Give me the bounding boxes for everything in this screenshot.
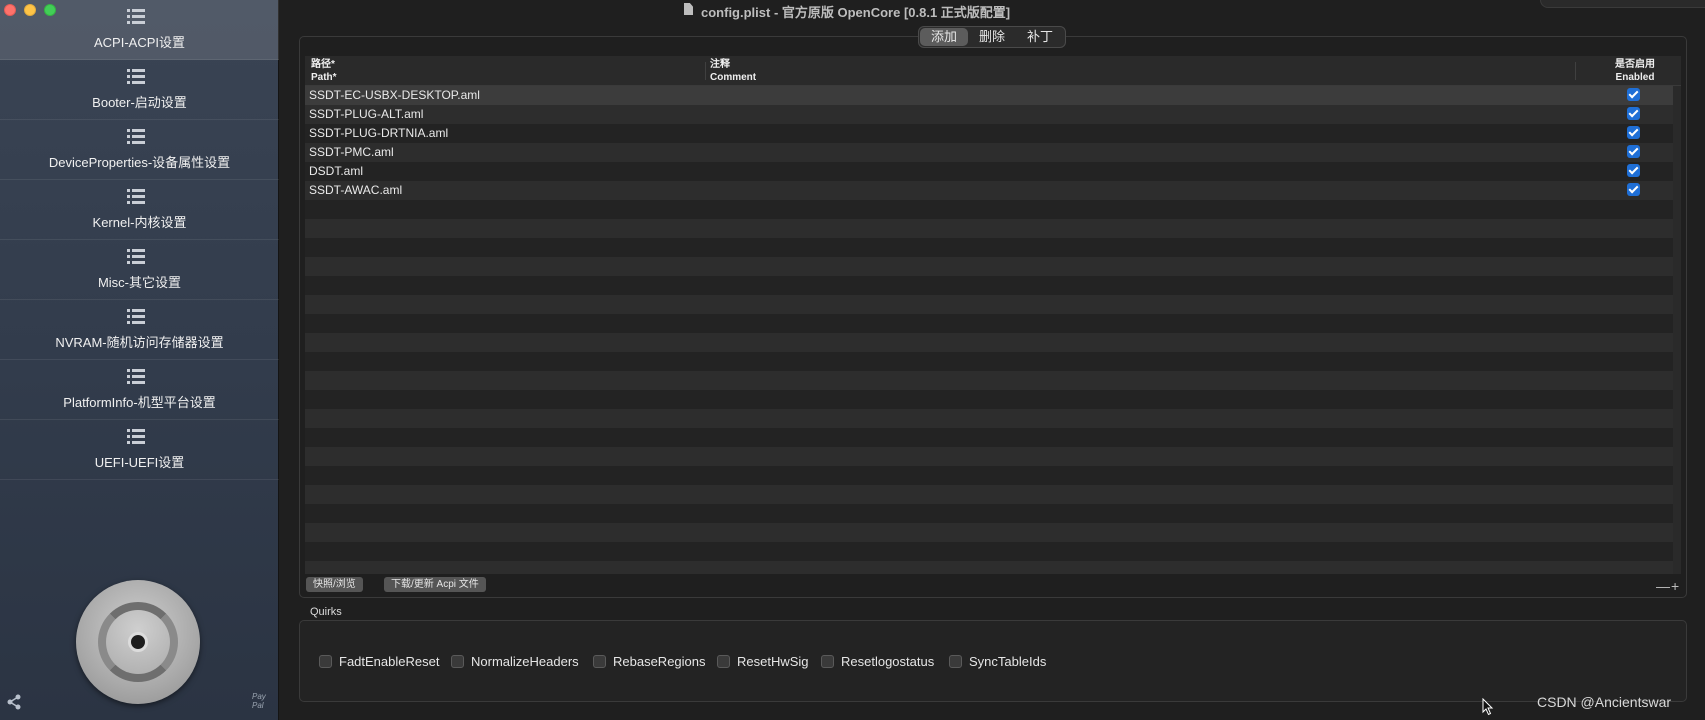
quirk-label: Resetlogostatus (841, 654, 935, 669)
quirks-section-title: Quirks (310, 606, 342, 618)
sidebar-item-booter[interactable]: Booter-启动设置 (0, 60, 279, 120)
path-cell[interactable]: SSDT-PMC.aml (309, 145, 394, 159)
checkbox[interactable] (821, 655, 834, 668)
sidebar: ACPI-ACPI设置 Booter-启动设置 DeviceProperties… (0, 0, 279, 720)
empty-table-row[interactable] (305, 238, 1681, 257)
mouse-cursor-icon (1482, 698, 1494, 716)
enabled-checkbox[interactable] (1627, 145, 1640, 158)
table-row[interactable]: SSDT-AWAC.aml (305, 181, 1681, 200)
checkbox[interactable] (949, 655, 962, 668)
list-icon (127, 249, 145, 265)
snapshot-browse-button[interactable]: 快照/浏览 (306, 577, 363, 592)
empty-table-row[interactable] (305, 542, 1681, 561)
list-icon (127, 369, 145, 385)
column-divider[interactable] (705, 62, 706, 80)
empty-table-row[interactable] (305, 504, 1681, 523)
path-cell[interactable]: DSDT.aml (309, 164, 363, 178)
empty-table-row[interactable] (305, 485, 1681, 504)
path-cell[interactable]: SSDT-EC-USBX-DESKTOP.aml (309, 88, 480, 102)
path-cell[interactable]: SSDT-PLUG-DRTNIA.aml (309, 126, 448, 140)
column-header-path[interactable]: 路径* Path* (311, 58, 337, 84)
tab-delete[interactable]: 删除 (968, 28, 1016, 46)
empty-table-row[interactable] (305, 466, 1681, 485)
empty-table-row[interactable] (305, 219, 1681, 238)
column-header-comment[interactable]: 注释 Comment (710, 58, 756, 84)
column-divider[interactable] (1575, 62, 1576, 80)
quirk-label: ResetHwSig (737, 654, 809, 669)
list-icon (127, 9, 145, 25)
sidebar-item-label: ACPI-ACPI设置 (93, 35, 185, 50)
table-row[interactable]: SSDT-PLUG-ALT.aml (305, 105, 1681, 124)
download-update-acpi-button[interactable]: 下载/更新 Acpi 文件 (384, 577, 486, 592)
sidebar-item-platforminfo[interactable]: PlatformInfo-机型平台设置 (0, 360, 279, 420)
path-cell[interactable]: SSDT-PLUG-ALT.aml (309, 107, 423, 121)
checkbox[interactable] (717, 655, 730, 668)
column-header-enabled[interactable]: 是否启用 Enabled (1605, 58, 1665, 84)
empty-table-row[interactable] (305, 333, 1681, 352)
list-icon (127, 309, 145, 325)
enabled-checkbox[interactable] (1627, 183, 1640, 196)
acpi-add-table: 路径* Path* 注释 Comment 是否启用 Enabled SSDT-E… (305, 56, 1681, 574)
sidebar-item-nvram[interactable]: NVRAM-随机访问存储器设置 (0, 300, 279, 360)
table-row[interactable]: SSDT-EC-USBX-DESKTOP.aml (305, 86, 1681, 105)
empty-table-row[interactable] (305, 295, 1681, 314)
list-icon (127, 69, 145, 85)
empty-table-row[interactable] (305, 447, 1681, 466)
quirk-label: SyncTableIds (969, 654, 1047, 669)
checkbox[interactable] (593, 655, 606, 668)
empty-table-row[interactable] (305, 409, 1681, 428)
table-header: 路径* Path* 注释 Comment 是否启用 Enabled (305, 56, 1681, 86)
sidebar-item-label: Kernel-内核设置 (92, 215, 187, 230)
empty-table-row[interactable] (305, 371, 1681, 390)
sidebar-item-deviceproperties[interactable]: DeviceProperties-设备属性设置 (0, 120, 279, 180)
empty-table-row[interactable] (305, 390, 1681, 409)
document-icon (684, 3, 693, 15)
segmented-control: 添加 删除 补丁 (918, 26, 1067, 48)
window-title: config.plist - 官方原版 OpenCore [0.8.1 正式版配… (701, 5, 1011, 20)
empty-table-row[interactable] (305, 276, 1681, 295)
sidebar-item-label: Misc-其它设置 (97, 275, 182, 290)
sidebar-item-uefi[interactable]: UEFI-UEFI设置 (0, 420, 279, 480)
checkbox[interactable] (319, 655, 332, 668)
sidebar-item-label: Booter-启动设置 (92, 95, 187, 110)
empty-table-row[interactable] (305, 428, 1681, 447)
checkbox[interactable] (451, 655, 464, 668)
opencore-logo-icon (76, 580, 200, 704)
quirk-label: NormalizeHeaders (471, 654, 579, 669)
table-row[interactable]: DSDT.aml (305, 162, 1681, 181)
path-cell[interactable]: SSDT-AWAC.aml (309, 183, 402, 197)
tab-patch[interactable]: 补丁 (1016, 28, 1064, 46)
watermark: CSDN @Ancientswar (1537, 694, 1672, 710)
empty-table-row[interactable] (305, 314, 1681, 333)
enabled-checkbox[interactable] (1627, 126, 1640, 139)
sidebar-item-label: PlatformInfo-机型平台设置 (63, 395, 216, 410)
enabled-checkbox[interactable] (1627, 107, 1640, 120)
sidebar-item-label: DeviceProperties-设备属性设置 (48, 155, 231, 170)
sidebar-item-misc[interactable]: Misc-其它设置 (0, 240, 279, 300)
list-icon (127, 189, 145, 205)
sidebar-item-label: NVRAM-随机访问存储器设置 (55, 335, 224, 350)
scrollbar[interactable] (1673, 86, 1681, 574)
sidebar-item-acpi[interactable]: ACPI-ACPI设置 (0, 0, 279, 60)
quirk-label: FadtEnableReset (339, 654, 440, 669)
share-icon[interactable] (6, 694, 22, 710)
remove-add-row-buttons[interactable]: —+ (1656, 578, 1680, 594)
tab-add[interactable]: 添加 (920, 28, 969, 46)
list-icon (127, 429, 145, 445)
table-row[interactable]: SSDT-PLUG-DRTNIA.aml (305, 124, 1681, 143)
empty-table-row[interactable] (305, 200, 1681, 219)
enabled-checkbox[interactable] (1627, 88, 1640, 101)
enabled-checkbox[interactable] (1627, 164, 1640, 177)
list-icon (127, 129, 145, 145)
empty-table-row[interactable] (305, 352, 1681, 371)
table-row[interactable]: SSDT-PMC.aml (305, 143, 1681, 162)
empty-table-row[interactable] (305, 561, 1681, 574)
quirk-label: RebaseRegions (613, 654, 706, 669)
paypal-icon[interactable]: Pay Pal (252, 692, 272, 710)
empty-table-row[interactable] (305, 257, 1681, 276)
empty-table-row[interactable] (305, 523, 1681, 542)
toolbar-decoration (1540, 0, 1705, 8)
sidebar-item-label: UEFI-UEFI设置 (94, 455, 185, 470)
sidebar-item-kernel[interactable]: Kernel-内核设置 (0, 180, 279, 240)
